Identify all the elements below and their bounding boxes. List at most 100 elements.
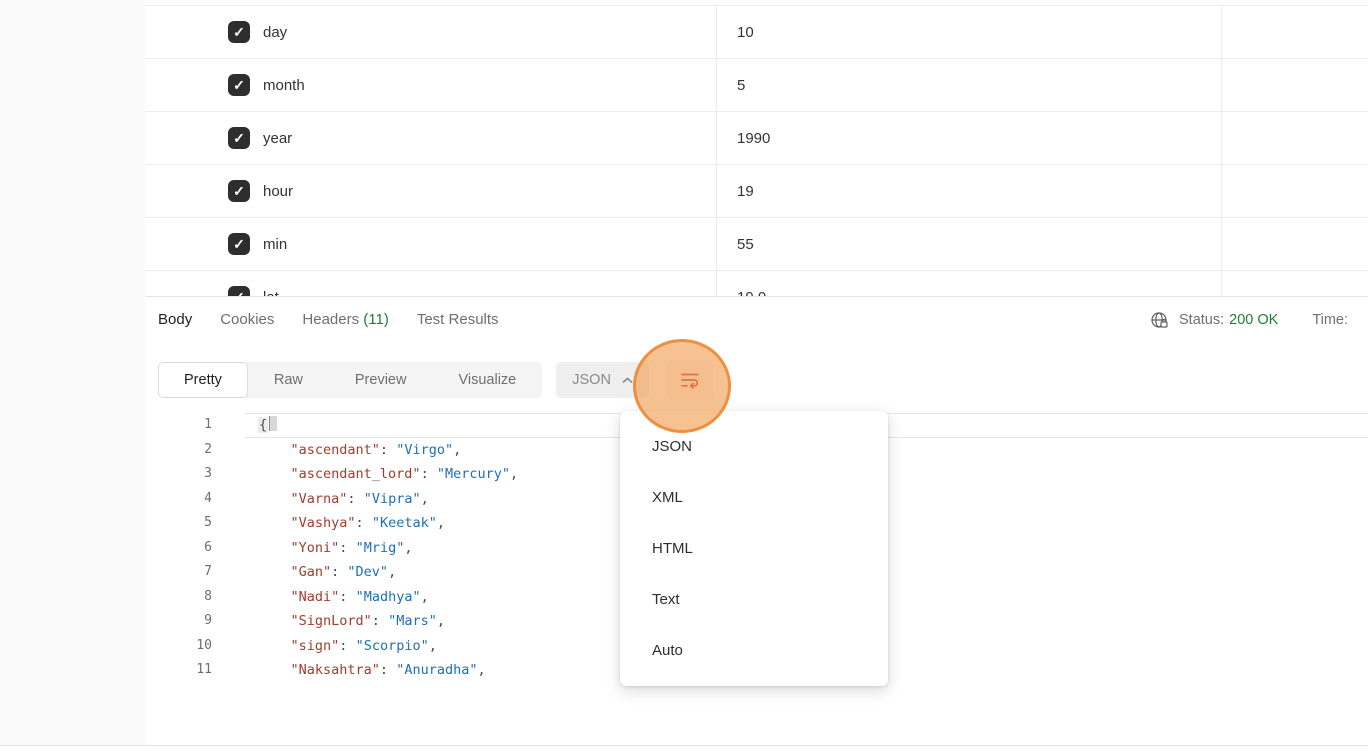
line-number: 5 xyxy=(145,511,212,536)
json-punctuation xyxy=(258,564,291,580)
table-row: ✓year 1990 xyxy=(145,111,1368,164)
format-option-text[interactable]: Text xyxy=(620,574,888,625)
param-key-cell[interactable]: day xyxy=(250,6,717,58)
json-string: "Anuradha" xyxy=(396,662,477,678)
line-number: 7 xyxy=(145,560,212,585)
checkmark-icon: ✓ xyxy=(233,236,245,253)
param-value: 10 xyxy=(737,24,754,41)
json-punctuation xyxy=(258,442,291,458)
param-value-cell[interactable]: 19.0 xyxy=(717,271,1222,296)
json-string: "Scorpio" xyxy=(356,638,429,654)
json-key: "Naksahtra" xyxy=(291,662,380,678)
table-row: ✓ hour 19 xyxy=(145,164,1368,217)
row-checkbox[interactable]: ✓ xyxy=(228,180,250,202)
json-key: "ascendant" xyxy=(291,442,380,458)
response-tabs: Body Cookies Headers (11) Test Results Stat… xyxy=(145,297,1368,342)
line-content: "SignLord": "Mars", xyxy=(212,609,445,634)
postman-response-view: ✓day10✓month5✓year1990✓hour19✓min55✓lat1… xyxy=(0,0,1368,752)
param-key: lat xyxy=(263,289,279,297)
param-value-cell[interactable]: 1990 xyxy=(717,112,1222,164)
format-dropdown-label: JSON xyxy=(572,372,611,388)
param-key-cell[interactable]: year xyxy=(250,112,717,164)
format-dropdown-button[interactable]: JSON xyxy=(556,362,649,398)
param-key: hour xyxy=(263,183,293,200)
json-punctuation: , xyxy=(404,540,412,556)
line-number: 10 xyxy=(145,634,212,659)
line-number: 6 xyxy=(145,536,212,561)
json-string: "Madhya" xyxy=(356,589,421,605)
tab-headers[interactable]: Headers (11) xyxy=(302,311,388,328)
status-label: Status: xyxy=(1179,312,1224,328)
param-key-cell[interactable]: min xyxy=(250,218,717,270)
chevron-up-icon xyxy=(622,377,633,384)
tab-test-results[interactable]: Test Results xyxy=(417,311,499,328)
json-string: "Virgo" xyxy=(396,442,453,458)
param-value: 1990 xyxy=(737,130,770,147)
param-key-cell[interactable]: hour xyxy=(250,165,717,217)
table-row: ✓month5 xyxy=(145,58,1368,111)
line-content: "sign": "Scorpio", xyxy=(212,634,437,659)
text-cursor xyxy=(269,416,277,431)
param-value-cell[interactable]: 5 xyxy=(717,59,1222,111)
line-content: "Gan": "Dev", xyxy=(212,560,396,585)
row-checkbox[interactable]: ✓ xyxy=(228,127,250,149)
json-punctuation xyxy=(258,466,291,482)
view-tab-visualize[interactable]: Visualize xyxy=(432,362,542,398)
param-value-cell[interactable]: 10 xyxy=(717,6,1222,58)
checkmark-icon: ✓ xyxy=(233,183,245,200)
param-key-cell[interactable]: month xyxy=(250,59,717,111)
param-key-cell[interactable]: lat xyxy=(250,271,717,296)
tab-label: Body xyxy=(158,311,192,328)
text-wrap-button[interactable] xyxy=(667,360,713,400)
tab-cookies[interactable]: Cookies xyxy=(220,311,274,328)
tab-label: Headers xyxy=(302,311,359,328)
view-tab-pretty[interactable]: Pretty xyxy=(158,362,248,398)
json-punctuation: : xyxy=(356,515,372,531)
json-key: "Yoni" xyxy=(291,540,340,556)
row-checkbox[interactable]: ✓ xyxy=(228,74,250,96)
json-key: "Varna" xyxy=(291,491,348,507)
text-wrap-icon xyxy=(680,371,700,389)
checkmark-icon: ✓ xyxy=(233,24,245,41)
line-number: 2 xyxy=(145,438,212,463)
json-punctuation xyxy=(258,515,291,531)
param-value: 55 xyxy=(737,236,754,253)
format-option-xml[interactable]: XML xyxy=(620,472,888,523)
param-extra-cell xyxy=(1222,112,1368,164)
format-option-html[interactable]: HTML xyxy=(620,523,888,574)
param-extra-cell xyxy=(1222,165,1368,217)
panel-bottom-border xyxy=(0,745,1368,746)
json-key: "Gan" xyxy=(291,564,332,580)
json-punctuation: { xyxy=(258,417,268,433)
format-option-auto[interactable]: Auto xyxy=(620,625,888,676)
json-punctuation xyxy=(258,613,291,629)
view-tab-preview[interactable]: Preview xyxy=(329,362,433,398)
line-content: "Yoni": "Mrig", xyxy=(212,536,412,561)
param-value-cell[interactable]: 19 xyxy=(717,165,1222,217)
row-checkbox[interactable]: ✓ xyxy=(228,233,250,255)
json-punctuation: : xyxy=(339,638,355,654)
line-content: "Vashya": "Keetak", xyxy=(212,511,445,536)
format-option-json[interactable]: JSON xyxy=(620,421,888,472)
json-punctuation: , xyxy=(421,491,429,507)
json-punctuation: : xyxy=(339,589,355,605)
line-number: 11 xyxy=(145,658,212,683)
format-dropdown-menu: JSONXMLHTMLTextAuto xyxy=(620,411,888,686)
view-tab-raw[interactable]: Raw xyxy=(248,362,329,398)
json-punctuation xyxy=(258,491,291,507)
row-checkbox[interactable]: ✓ xyxy=(228,286,250,296)
row-checkbox[interactable]: ✓ xyxy=(228,21,250,43)
table-row: ✓ lat 19.0 xyxy=(145,270,1368,296)
tab-body[interactable]: Body xyxy=(158,311,192,328)
json-punctuation xyxy=(258,662,291,678)
json-punctuation: : xyxy=(380,442,396,458)
network-globe-lock-icon[interactable] xyxy=(1150,311,1168,329)
json-punctuation: : xyxy=(331,564,347,580)
json-string: "Vipra" xyxy=(364,491,421,507)
json-punctuation: , xyxy=(510,466,518,482)
table-row: ✓ min 55 xyxy=(145,217,1368,270)
json-punctuation: : xyxy=(421,466,437,482)
line-content: "Naksahtra": "Anuradha", xyxy=(212,658,486,683)
param-value: 19 xyxy=(737,183,754,200)
param-value-cell[interactable]: 55 xyxy=(717,218,1222,270)
